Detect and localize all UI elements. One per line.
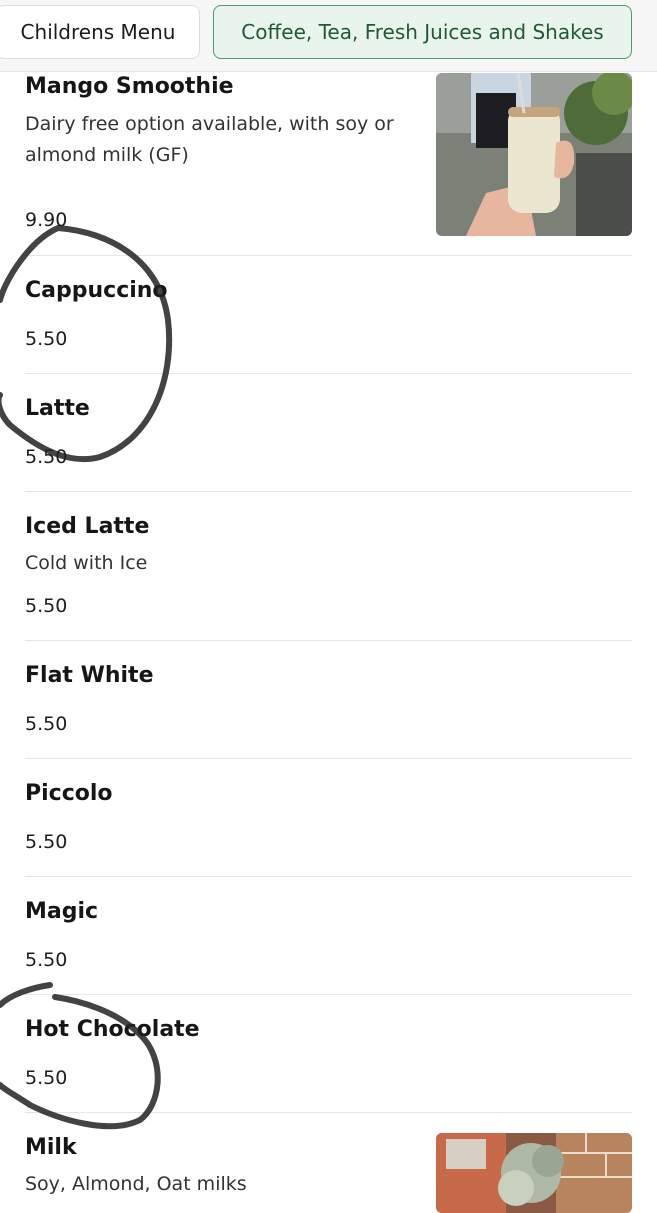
item-description: Cold with Ice	[25, 552, 148, 574]
menu-item-piccolo[interactable]: Piccolo 5.50	[25, 759, 632, 877]
item-name: Mango Smoothie	[25, 74, 234, 99]
item-name: Cappuccino	[25, 278, 168, 303]
category-tab-bar: Childrens Menu Coffee, Tea, Fresh Juices…	[0, 0, 657, 72]
menu-item-milk[interactable]: Milk Soy, Almond, Oat milks	[25, 1113, 632, 1213]
item-price: 5.50	[25, 831, 68, 853]
item-price: 9.90	[25, 209, 68, 231]
item-name: Hot Chocolate	[25, 1017, 200, 1042]
mango-smoothie-photo	[436, 73, 632, 236]
menu-item-cappuccino[interactable]: Cappuccino 5.50	[25, 256, 632, 374]
tab-coffee-tea-juices-shakes[interactable]: Coffee, Tea, Fresh Juices and Shakes	[213, 5, 632, 59]
milk-photo	[436, 1133, 632, 1213]
menu-item-latte[interactable]: Latte 5.50	[25, 374, 632, 492]
item-price: 5.50	[25, 446, 68, 468]
item-price: 5.50	[25, 949, 68, 971]
menu-item-hot-chocolate[interactable]: Hot Chocolate 5.50	[25, 995, 632, 1113]
item-name: Flat White	[25, 663, 154, 688]
item-description: Dairy free option available, with soy or…	[25, 113, 394, 166]
item-price: 5.50	[25, 1067, 68, 1089]
item-price: 5.50	[25, 595, 68, 617]
item-description: Soy, Almond, Oat milks	[25, 1173, 247, 1195]
item-price: 5.50	[25, 713, 68, 735]
item-name: Milk	[25, 1135, 77, 1160]
menu-item-magic[interactable]: Magic 5.50	[25, 877, 632, 995]
menu-item-mango-smoothie[interactable]: Mango Smoothie Dairy free option availab…	[25, 73, 632, 256]
menu-item-flat-white[interactable]: Flat White 5.50	[25, 641, 632, 759]
item-name: Piccolo	[25, 781, 113, 806]
item-price: 5.50	[25, 328, 68, 350]
menu-item-iced-latte[interactable]: Iced Latte Cold with Ice 5.50	[25, 492, 632, 641]
item-name: Magic	[25, 899, 99, 924]
item-name: Iced Latte	[25, 514, 150, 539]
tab-childrens-menu[interactable]: Childrens Menu	[0, 5, 200, 59]
item-name: Latte	[25, 396, 90, 421]
